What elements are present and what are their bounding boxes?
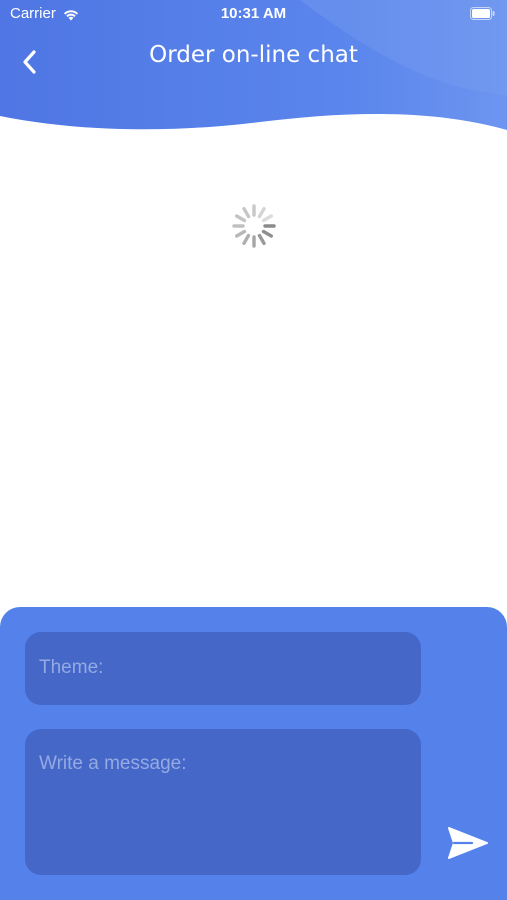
- header: Carrier 10:31 AM Order on-line chat: [0, 0, 507, 135]
- page-title: Order on-line chat: [149, 42, 358, 68]
- paper-plane-icon: [448, 827, 488, 859]
- spinner-icon: [232, 204, 276, 248]
- theme-input[interactable]: Theme:: [25, 632, 421, 705]
- message-input[interactable]: Write a message:: [25, 729, 421, 875]
- status-bar: Carrier 10:31 AM: [0, 0, 507, 30]
- clock: 10:31 AM: [220, 5, 287, 22]
- battery-icon: [470, 7, 495, 20]
- theme-placeholder: Theme:: [39, 657, 104, 678]
- send-button[interactable]: [446, 825, 490, 861]
- message-composer: Theme: Write a message:: [0, 607, 507, 900]
- message-placeholder: Write a message:: [39, 753, 187, 774]
